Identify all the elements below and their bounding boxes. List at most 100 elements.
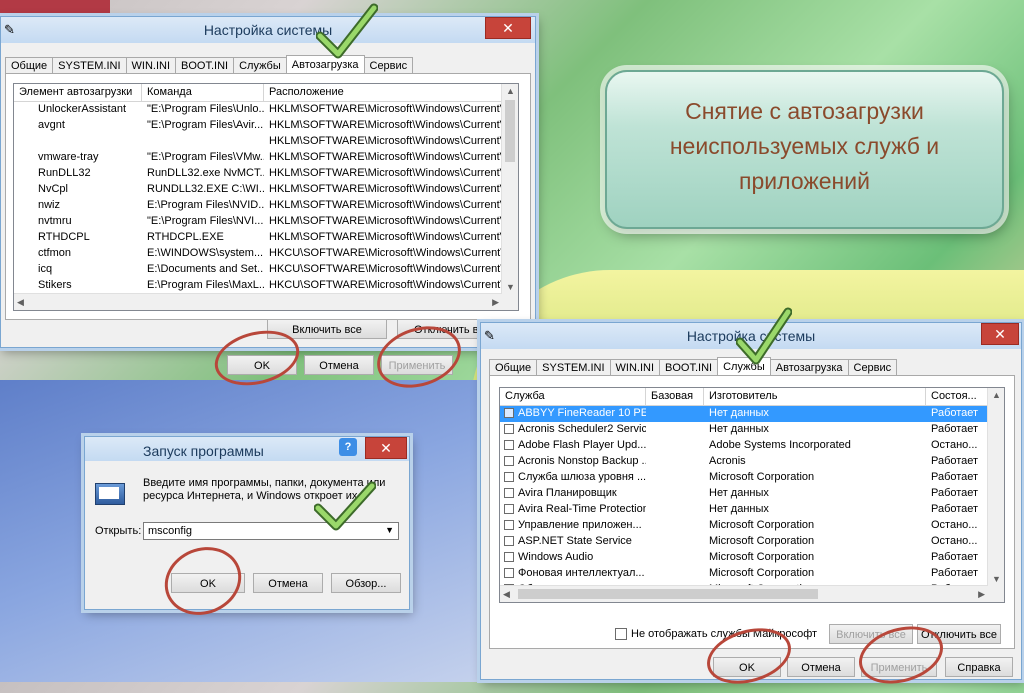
table-row[interactable]: RTHDCPL RTHDCPL.EXE HKLM\SOFTWARE\Microsof… <box>14 230 518 246</box>
cell: Acronis Scheduler2 Service <box>518 423 646 435</box>
list-header: Элемент автозагрузки Команда Расположение <box>14 84 518 102</box>
row-checkbox[interactable] <box>504 456 514 467</box>
cell <box>646 486 704 502</box>
titlebar[interactable]: ✎ Настройка системы ✕ <box>1 17 535 43</box>
vertical-scrollbar[interactable]: ▲ ▼ <box>987 388 1004 602</box>
close-button[interactable]: ✕ <box>485 17 531 39</box>
row-checkbox[interactable] <box>504 440 514 451</box>
horizontal-scrollbar[interactable]: ◀ ▶ <box>14 293 502 310</box>
run-browse-button[interactable]: Обзор... <box>331 573 401 593</box>
table-row[interactable]: Управление приложен... Microsoft Corporat… <box>500 518 1004 534</box>
table-row[interactable]: nwiz E:\Program Files\NVID... HKLM\SOFTWAR… <box>14 198 518 214</box>
cancel-button[interactable]: Отмена <box>304 355 374 375</box>
cell: Microsoft Corporation <box>709 551 815 563</box>
cell <box>646 438 704 454</box>
column-header[interactable]: Команда <box>142 84 264 101</box>
cell: Adobe Flash Player Upd... <box>518 439 646 451</box>
horizontal-scrollbar[interactable]: ◀ ▶ <box>500 585 988 602</box>
run-close-button[interactable]: ✕ <box>365 437 407 459</box>
table-row[interactable]: HKLM\SOFTWARE\Microsoft\Windows\CurrentV… <box>14 134 518 150</box>
scroll-right-icon[interactable]: ▶ <box>492 297 499 308</box>
close-icon: ✕ <box>380 440 392 456</box>
scroll-up-icon[interactable]: ▲ <box>506 86 515 96</box>
cell: vmware-tray <box>14 150 142 166</box>
vertical-scrollbar[interactable]: ▲ ▼ <box>501 84 518 310</box>
cell: Служба шлюза уровня ... <box>518 471 646 483</box>
scroll-down-icon[interactable]: ▼ <box>506 282 515 292</box>
scroll-left-icon[interactable]: ◀ <box>503 589 510 600</box>
cell: HKLM\SOFTWARE\Microsoft\Windows\CurrentV… <box>269 119 502 131</box>
help-button[interactable]: Справка <box>945 657 1013 677</box>
table-row[interactable]: Stikers E:\Program Files\MaxL... HKCU\SOFT… <box>14 278 518 294</box>
checkbox-box[interactable] <box>615 628 627 641</box>
table-row[interactable]: Avira Real-Time Protection Нет данных Рабо… <box>500 502 1004 518</box>
cell: Служба шлюза уровня ... <box>500 470 646 486</box>
cell <box>646 470 704 486</box>
cell: Acronis Nonstop Backup ... <box>518 455 646 467</box>
column-header[interactable]: Состоя... <box>926 388 988 405</box>
table-row[interactable]: Acronis Nonstop Backup ... Acronis Работае… <box>500 454 1004 470</box>
column-header[interactable]: Базовая <box>646 388 704 405</box>
table-row[interactable]: Adobe Flash Player Upd... Adobe Systems I… <box>500 438 1004 454</box>
column-header[interactable]: Расположение <box>264 84 502 101</box>
cell: Adobe Systems Incorporated <box>709 439 851 451</box>
startup-list[interactable]: Элемент автозагрузки Команда Расположение … <box>13 83 519 311</box>
table-row[interactable]: icq E:\Documents and Set... HKCU\SOFTWARE\… <box>14 262 518 278</box>
table-row[interactable]: Acronis Scheduler2 Service Нет данных Рабо… <box>500 422 1004 438</box>
close-button[interactable]: ✕ <box>981 323 1019 345</box>
table-row[interactable]: RunDLL32 RunDLL32.exe NvMCT... HKLM\SOFTWA… <box>14 166 518 182</box>
run-titlebar[interactable]: Запуск программы ? ✕ <box>85 437 409 461</box>
cell: Работает <box>931 567 979 579</box>
cell: Avira Планировщик <box>500 486 646 502</box>
services-list[interactable]: Служба Базовая Изготовитель Состоя... ABBYY… <box>499 387 1005 603</box>
row-checkbox[interactable] <box>504 568 514 579</box>
cell: Работает <box>931 471 979 483</box>
cell: HKCU\SOFTWARE\Microsoft\Windows\CurrentV… <box>269 263 502 275</box>
row-checkbox[interactable] <box>504 504 514 515</box>
chevron-down-icon[interactable]: ▼ <box>385 525 394 535</box>
scroll-left-icon[interactable]: ◀ <box>17 297 24 308</box>
cell: NvCpl <box>38 183 68 195</box>
table-row[interactable]: ctfmon E:\WINDOWS\system... HKCU\SOFTWARE\… <box>14 246 518 262</box>
row-checkbox[interactable] <box>504 552 514 563</box>
cell: Остано... <box>931 439 978 451</box>
cell: ASP.NET State Service <box>500 534 646 550</box>
row-checkbox[interactable] <box>504 520 514 531</box>
table-row[interactable]: Avira Планировщик Нет данных Работает <box>500 486 1004 502</box>
table-row[interactable]: ASP.NET State Service Microsoft Corporati… <box>500 534 1004 550</box>
table-row[interactable]: Служба шлюза уровня ... Microsoft Corpora… <box>500 470 1004 486</box>
row-checkbox[interactable] <box>504 408 514 419</box>
cell: RTHDCPL <box>14 230 142 246</box>
scroll-right-icon[interactable]: ▶ <box>978 589 985 600</box>
table-row[interactable]: Windows Audio Microsoft Corporation Работа… <box>500 550 1004 566</box>
table-row[interactable]: ABBYY FineReader 10 PE... Нет данных Работ… <box>500 406 1004 422</box>
cell: RunDLL32.exe NvMCT... <box>147 167 264 179</box>
table-row[interactable]: nvtmru "E:\Program Files\NVI... HKLM\SOFTW… <box>14 214 518 230</box>
msconfig-window-services: ✎ Настройка системы ✕ Общие SYSTEM.INI WIN… <box>480 322 1022 680</box>
table-row[interactable]: UnlockerAssistant "E:\Program Files\Unlo.… <box>14 102 518 118</box>
cell: UnlockerAssistant <box>14 102 142 118</box>
table-row[interactable]: vmware-tray "E:\Program Files\VMw... HKLM\… <box>14 150 518 166</box>
cell: Управление приложен... <box>500 518 646 534</box>
table-row[interactable]: avgnt "E:\Program Files\Avir... HKLM\SOFTW… <box>14 118 518 134</box>
scroll-up-icon[interactable]: ▲ <box>992 390 1001 400</box>
cell: E:\Program Files\MaxL... <box>147 279 264 291</box>
scroll-down-icon[interactable]: ▼ <box>992 574 1001 584</box>
cell: Microsoft Corporation <box>709 567 815 579</box>
row-checkbox[interactable] <box>504 472 514 483</box>
row-checkbox[interactable] <box>504 536 514 547</box>
caption-text: Снятие с автозагрузки неиспользуемых слу… <box>669 98 940 194</box>
row-checkbox[interactable] <box>504 424 514 435</box>
cell <box>646 550 704 566</box>
run-cancel-button[interactable]: Отмена <box>253 573 323 593</box>
scroll-thumb[interactable] <box>505 100 515 162</box>
scroll-thumb[interactable] <box>518 589 818 599</box>
column-header[interactable]: Служба <box>500 388 646 405</box>
column-header[interactable]: Изготовитель <box>704 388 926 405</box>
cancel-button[interactable]: Отмена <box>787 657 855 677</box>
row-checkbox[interactable] <box>504 488 514 499</box>
table-row[interactable]: Фоновая интеллектуал... Microsoft Corpora… <box>500 566 1004 582</box>
help-icon[interactable]: ? <box>339 438 357 456</box>
table-row[interactable]: NvCpl RUNDLL32.EXE C:\WI... HKLM\SOFTWARE\… <box>14 182 518 198</box>
column-header[interactable]: Элемент автозагрузки <box>14 84 142 101</box>
